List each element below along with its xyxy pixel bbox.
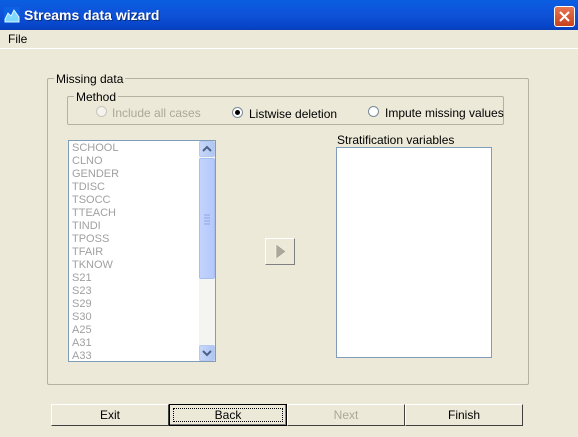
radio-include-all-cases-label: Include all cases <box>112 106 201 120</box>
list-item[interactable]: TDISC <box>69 181 215 194</box>
close-icon <box>559 11 570 22</box>
radio-impute-missing-values[interactable] <box>368 106 379 117</box>
next-button[interactable]: Next <box>287 404 405 426</box>
grip-icon <box>204 214 210 225</box>
list-item[interactable]: S30 <box>69 311 215 324</box>
list-item[interactable]: S23 <box>69 285 215 298</box>
radio-impute-missing-values-label: Impute missing values <box>385 106 504 120</box>
arrow-right-icon <box>275 243 287 260</box>
menu-bar: File <box>0 30 578 48</box>
scroll-thumb[interactable] <box>199 158 215 279</box>
scroll-down-button[interactable] <box>199 345 215 361</box>
list-item[interactable]: TSOCC <box>69 194 215 207</box>
list-item[interactable]: CLNO <box>69 155 215 168</box>
finish-button[interactable]: Finish <box>405 404 523 426</box>
stratification-label: Stratification variables <box>337 133 455 147</box>
chevron-down-icon <box>202 350 212 357</box>
scroll-up-button[interactable] <box>199 141 215 157</box>
list-item[interactable]: TPOSS <box>69 233 215 246</box>
chevron-up-icon <box>202 145 212 152</box>
menu-divider <box>0 48 578 49</box>
list-item[interactable]: S29 <box>69 298 215 311</box>
stratification-list[interactable] <box>336 147 492 358</box>
menu-file[interactable]: File <box>8 32 27 46</box>
app-icon <box>4 7 20 23</box>
list-item[interactable]: SCHOOL <box>69 142 215 155</box>
radio-include-all-cases[interactable] <box>96 106 107 117</box>
radio-listwise-deletion-label: Listwise deletion <box>249 107 338 121</box>
window-title: Streams data wizard <box>24 7 160 23</box>
focus-ring <box>173 408 283 422</box>
variables-scrollbar[interactable] <box>199 141 215 361</box>
add-variable-button[interactable] <box>265 238 295 265</box>
list-item[interactable]: TKNOW <box>69 259 215 272</box>
list-item[interactable]: A33 <box>69 350 215 361</box>
title-bar[interactable]: Streams data wizard <box>0 0 578 30</box>
list-item[interactable]: TTEACH <box>69 207 215 220</box>
list-item[interactable]: S21 <box>69 272 215 285</box>
close-button[interactable] <box>554 6 575 27</box>
radio-listwise-deletion[interactable] <box>232 107 243 118</box>
method-label: Method <box>74 90 119 104</box>
variables-list[interactable]: SCHOOL CLNO GENDER TDISC TSOCC TTEACH TINDI TPO… <box>68 140 216 362</box>
missing-data-label: Missing data <box>54 72 126 86</box>
list-item[interactable]: GENDER <box>69 168 215 181</box>
back-button[interactable]: Back <box>169 404 287 426</box>
list-item[interactable]: A25 <box>69 324 215 337</box>
list-item[interactable]: TFAIR <box>69 246 215 259</box>
exit-button[interactable]: Exit <box>51 404 169 426</box>
list-item[interactable]: A31 <box>69 337 215 350</box>
list-item[interactable]: TINDI <box>69 220 215 233</box>
